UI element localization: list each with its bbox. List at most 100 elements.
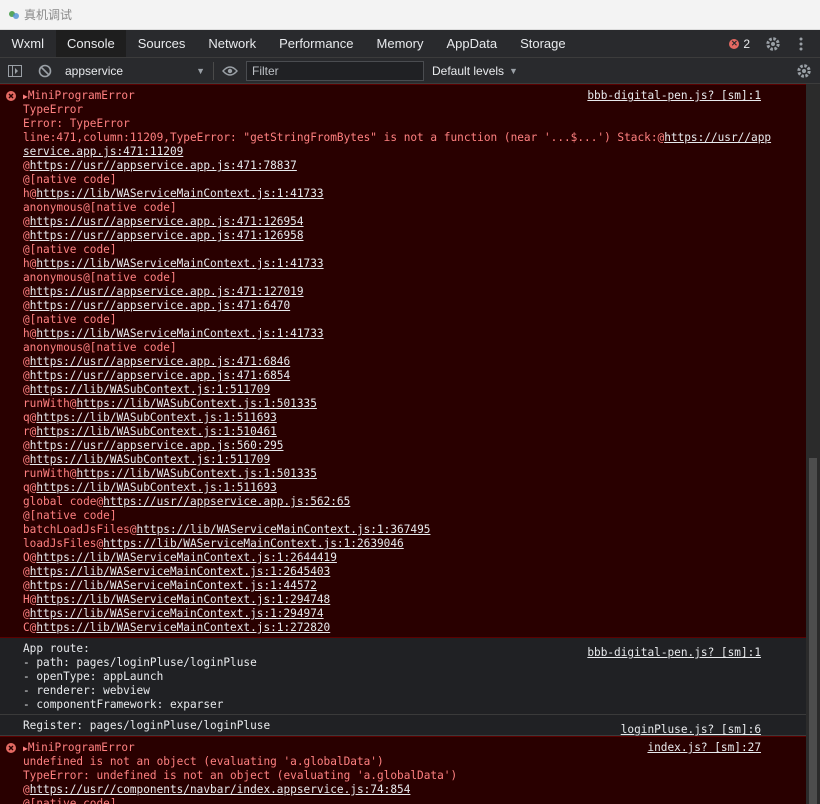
stack-link[interactable]: https://usr//appservice.app.js:562:65 [103,495,350,508]
stack-link[interactable]: https://lib/WAServiceMainContext.js:1:36… [137,523,431,536]
message-text: q@ [23,411,37,424]
more-options-icon[interactable] [792,35,810,53]
scrollbar-thumb[interactable] [809,458,817,804]
tab-appdata[interactable]: AppData [435,30,509,57]
message-text: @ [23,355,30,368]
message-line: loadJsFiles@https://lib/WAServiceMainCon… [0,537,806,551]
message-text: C@ [23,621,37,634]
tab-performance[interactable]: Performance [268,30,365,57]
message-line: runWith@https://lib/WASubContext.js:1:50… [0,397,806,411]
stack-link[interactable]: https://usr//appservice.app.js:471:6854 [30,369,290,382]
message-text: runWith@ [23,397,77,410]
message-line: O@https://lib/WAServiceMainContext.js:1:… [0,551,806,565]
stack-link[interactable]: https://lib/WAServiceMainContext.js:1:44… [30,579,317,592]
stack-link[interactable]: https://usr//appservice.app.js:560:295 [30,439,284,452]
message-text: Error: TypeError [23,117,130,130]
tab-console[interactable]: Console [55,30,127,57]
tab-sources[interactable]: Sources [126,30,197,57]
console-settings-gear-icon[interactable] [796,63,812,79]
message-text: h@ [23,257,37,270]
tab-memory[interactable]: Memory [365,30,435,57]
message-line: @https://usr//appservice.app.js:471:7883… [0,159,806,173]
message-text: Register: pages/loginPluse/loginPluse [23,719,271,732]
stack-link[interactable]: https://usr//appservice.app.js:471:12701… [30,285,304,298]
message-text: @[native code] [23,797,117,804]
message-text: global code@ [23,495,104,508]
stack-link[interactable]: https://lib/WASubContext.js:1:511709 [30,453,270,466]
stack-link[interactable]: https://lib/WASubContext.js:1:501335 [76,397,316,410]
message-text: MiniProgramError [27,89,135,102]
message-line: anonymous@[native code] [0,341,806,355]
toolbar-divider [213,61,214,80]
stack-link[interactable]: https://lib/WAServiceMainContext.js:1:26… [30,565,331,578]
message-text: - renderer: webview [23,684,150,697]
stack-link[interactable]: https://lib/WAServiceMainContext.js:1:41… [36,187,323,200]
message-text: runWith@ [23,467,77,480]
console-scrollbar[interactable] [806,84,820,804]
filter-input[interactable] [246,60,424,81]
stack-link[interactable]: https://usr//appservice.app.js:471:78837 [30,159,297,172]
message-text: @ [23,215,30,228]
message-text: @ [23,159,30,172]
message-line: @[native code] [0,173,806,187]
message-text: q@ [23,481,37,494]
message-line: Error: TypeError [0,117,806,131]
gear-icon[interactable] [764,35,782,53]
stack-link[interactable]: https://lib/WAServiceMainContext.js:1:29… [36,593,330,606]
stack-link[interactable]: https://usr//app [664,131,771,144]
message-line: TypeError [0,103,806,117]
stack-link[interactable]: https://lib/WASubContext.js:1:511693 [36,481,276,494]
stack-link[interactable]: https://lib/WAServiceMainContext.js:1:27… [36,621,330,634]
stack-link[interactable]: https://lib/WASubContext.js:1:511693 [36,411,276,424]
message-line: runWith@https://lib/WASubContext.js:1:50… [0,467,806,481]
message-line: - renderer: webview [0,684,806,698]
message-line: - componentFramework: exparser [0,698,806,712]
message-text: r@ [23,425,37,438]
stack-link[interactable]: https://lib/WAServiceMainContext.js:1:41… [36,327,323,340]
log-levels-label: Default levels [432,63,505,78]
message-line: - path: pages/loginPluse/loginPluse [0,656,806,670]
stack-link[interactable]: https://usr//components/navbar/index.app… [30,783,411,796]
dropdown-arrow-icon: ▼ [196,65,205,76]
stack-link[interactable]: https://lib/WAServiceMainContext.js:1:41… [36,257,323,270]
message-text: anonymous@[native code] [23,201,177,214]
tab-storage[interactable]: Storage [509,30,578,57]
message-text: @ [23,285,30,298]
context-selector[interactable]: appservice ▼ [65,64,205,78]
message-line: line:471,column:11209,TypeError: "getStr… [0,131,806,145]
message-text: @[native code] [23,173,117,186]
message-line: q@https://lib/WASubContext.js:1:511693 [0,411,806,425]
error-message: bbb-digital-pen.js? [sm]:1 ▶MiniProgramEr… [0,84,806,638]
stack-link[interactable]: https://usr//appservice.app.js:471:6470 [30,299,290,312]
stack-link[interactable]: https://usr//appservice.app.js:471:12695… [30,215,304,228]
log-levels-dropdown[interactable]: Default levels ▼ [432,64,518,78]
stack-link[interactable]: https://lib/WASubContext.js:1:501335 [76,467,316,480]
stack-link[interactable]: https://usr//appservice.app.js:471:6846 [30,355,290,368]
message-line: @[native code] [0,313,806,327]
sidebar-toggle-icon[interactable] [7,63,23,79]
message-line: - openType: appLaunch [0,670,806,684]
error-icon: ✕ [729,38,740,49]
message-text: h@ [23,187,37,200]
message-text: anonymous@[native code] [23,271,177,284]
tab-wxml[interactable]: Wxml [0,30,56,57]
stack-link[interactable]: https://usr//appservice.app.js:471:12695… [30,229,304,242]
stack-link[interactable]: service.app.js:471:11209 [23,145,183,158]
console-output[interactable]: bbb-digital-pen.js? [sm]:1 ▶MiniProgramEr… [0,84,806,804]
stack-link[interactable]: https://lib/WASubContext.js:1:510461 [36,425,276,438]
message-text: @ [23,607,30,620]
clear-console-icon[interactable] [37,63,53,79]
message-text: batchLoadJsFiles@ [23,523,137,536]
stack-link[interactable]: https://lib/WAServiceMainContext.js:1:29… [30,607,324,620]
message-text: TypeError: undefined is not an object (e… [23,769,458,782]
stack-link[interactable]: https://lib/WAServiceMainContext.js:1:26… [36,551,337,564]
stack-link[interactable]: https://lib/WAServiceMainContext.js:1:26… [103,537,404,550]
tab-network[interactable]: Network [197,30,268,57]
message-text: @ [23,369,30,382]
message-text: @[native code] [23,509,117,522]
stack-link[interactable]: https://lib/WASubContext.js:1:511709 [30,383,270,396]
eye-icon[interactable] [222,63,238,79]
message-line: undefined is not an object (evaluating '… [0,755,806,769]
error-count-badge[interactable]: ✕ 2 [729,37,750,51]
message-text: undefined is not an object (evaluating '… [23,755,384,768]
